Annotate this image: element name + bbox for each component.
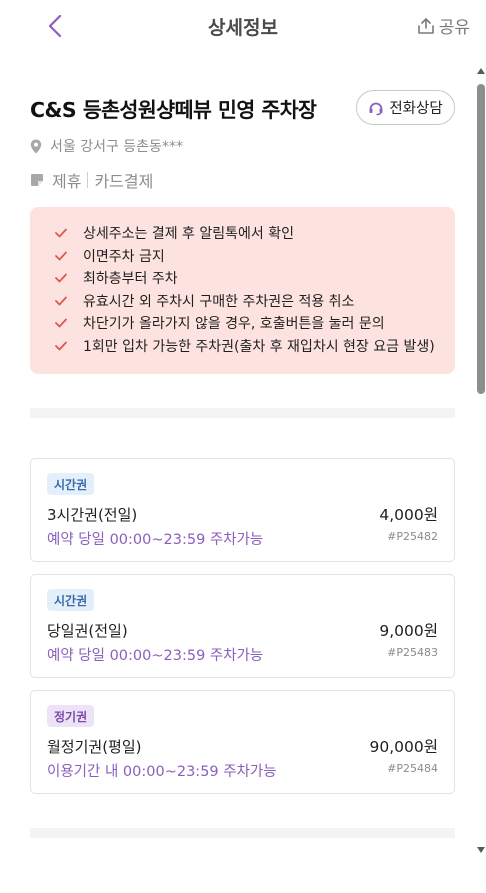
notice-text: 차단기가 올라가지 않을 경우, 호출버튼을 눌러 문의 [83, 316, 385, 333]
notice-item: 1회만 입차 가능한 주차권(출차 후 재입차시 현장 요금 발생) [55, 335, 455, 358]
notice-box: 상세주소는 결제 후 알림톡에서 확인 이면주차 금지 최하층부터 주차 유효시… [30, 207, 455, 374]
ticket-type-badge: 정기권 [47, 705, 95, 727]
phone-consult-button[interactable]: 전화상담 [356, 90, 455, 125]
ticket-name: 당일권(전일) [47, 622, 128, 640]
tag-divider [87, 172, 89, 188]
tag-card-payment: 카드결제 [94, 172, 154, 191]
section-divider [30, 828, 455, 838]
notice-text: 이면주차 금지 [83, 248, 165, 265]
check-icon [55, 341, 69, 351]
address-row: 서울 강서구 등촌동*** [30, 136, 183, 156]
section-divider [30, 408, 455, 418]
ticket-valid-time: 예약 당일 00:00~23:59 주차가능 [47, 532, 264, 548]
ticket-code: #P25482 [387, 530, 438, 543]
ticket-type-badge: 시간권 [47, 589, 95, 611]
address-text: 서울 강서구 등촌동*** [50, 139, 183, 155]
ticket-name: 월정기권(평일) [47, 738, 142, 756]
ticket-card[interactable]: 시간권 3시간권(전일) 4,000원 예약 당일 00:00~23:59 주차… [30, 458, 455, 562]
check-icon [55, 228, 69, 238]
ticket-valid-time: 예약 당일 00:00~23:59 주차가능 [47, 648, 264, 664]
ticket-type-badge: 시간권 [47, 473, 95, 495]
notice-item: 최하층부터 주차 [55, 267, 455, 290]
notice-text: 상세주소는 결제 후 알림톡에서 확인 [83, 226, 294, 243]
share-label: 공유 [438, 18, 470, 38]
ticket-code: #P25484 [387, 762, 438, 775]
feature-tags: 제휴 카드결제 [30, 168, 153, 192]
notice-text: 유효시간 외 주차시 구매한 주차권은 적용 취소 [83, 293, 355, 310]
scroll-up-arrow-icon[interactable] [477, 68, 485, 74]
page-title: 상세정보 [208, 17, 278, 39]
ticket-price: 9,000원 [379, 622, 438, 640]
check-icon [55, 318, 69, 328]
check-icon [55, 251, 69, 261]
notice-item: 유효시간 외 주차시 구매한 주차권은 적용 취소 [55, 290, 455, 313]
share-button[interactable]: 공유 [417, 13, 470, 38]
tag-icon [31, 174, 43, 186]
check-icon [55, 273, 69, 283]
ticket-price: 90,000원 [369, 738, 439, 756]
ticket-card[interactable]: 정기권 월정기권(평일) 90,000원 이용기간 내 00:00~23:59 … [30, 690, 455, 794]
scroll-down-arrow-icon[interactable] [477, 847, 485, 853]
vertical-scrollbar[interactable] [476, 68, 486, 853]
phone-consult-label: 전화상담 [389, 101, 443, 117]
ticket-price: 4,000원 [379, 506, 438, 524]
ticket-name: 3시간권(전일) [47, 506, 138, 524]
ticket-code: #P25483 [387, 646, 438, 659]
location-pin-icon [30, 139, 42, 153]
headset-icon [369, 102, 383, 115]
scroll-thumb[interactable] [477, 84, 485, 394]
top-app-bar: 상세정보 공유 [0, 0, 486, 52]
parking-lot-name: C&S 등촌성원샹떼뷰 민영 주차장 [30, 98, 317, 122]
notice-item: 이면주차 금지 [55, 245, 455, 268]
notice-text: 최하층부터 주차 [83, 271, 178, 288]
share-icon [417, 17, 434, 34]
check-icon [55, 296, 69, 306]
ticket-valid-time: 이용기간 내 00:00~23:59 주차가능 [47, 764, 277, 780]
notice-item: 상세주소는 결제 후 알림톡에서 확인 [55, 222, 455, 245]
notice-text: 1회만 입차 가능한 주차권(출차 후 재입차시 현장 요금 발생) [83, 338, 435, 355]
notice-item: 차단기가 올라가지 않을 경우, 호출버튼을 눌러 문의 [55, 312, 455, 335]
tag-partnership: 제휴 [52, 172, 82, 191]
place-header: C&S 등촌성원샹떼뷰 민영 주차장 전화상담 [30, 90, 455, 126]
ticket-card[interactable]: 시간권 당일권(전일) 9,000원 예약 당일 00:00~23:59 주차가… [30, 574, 455, 678]
